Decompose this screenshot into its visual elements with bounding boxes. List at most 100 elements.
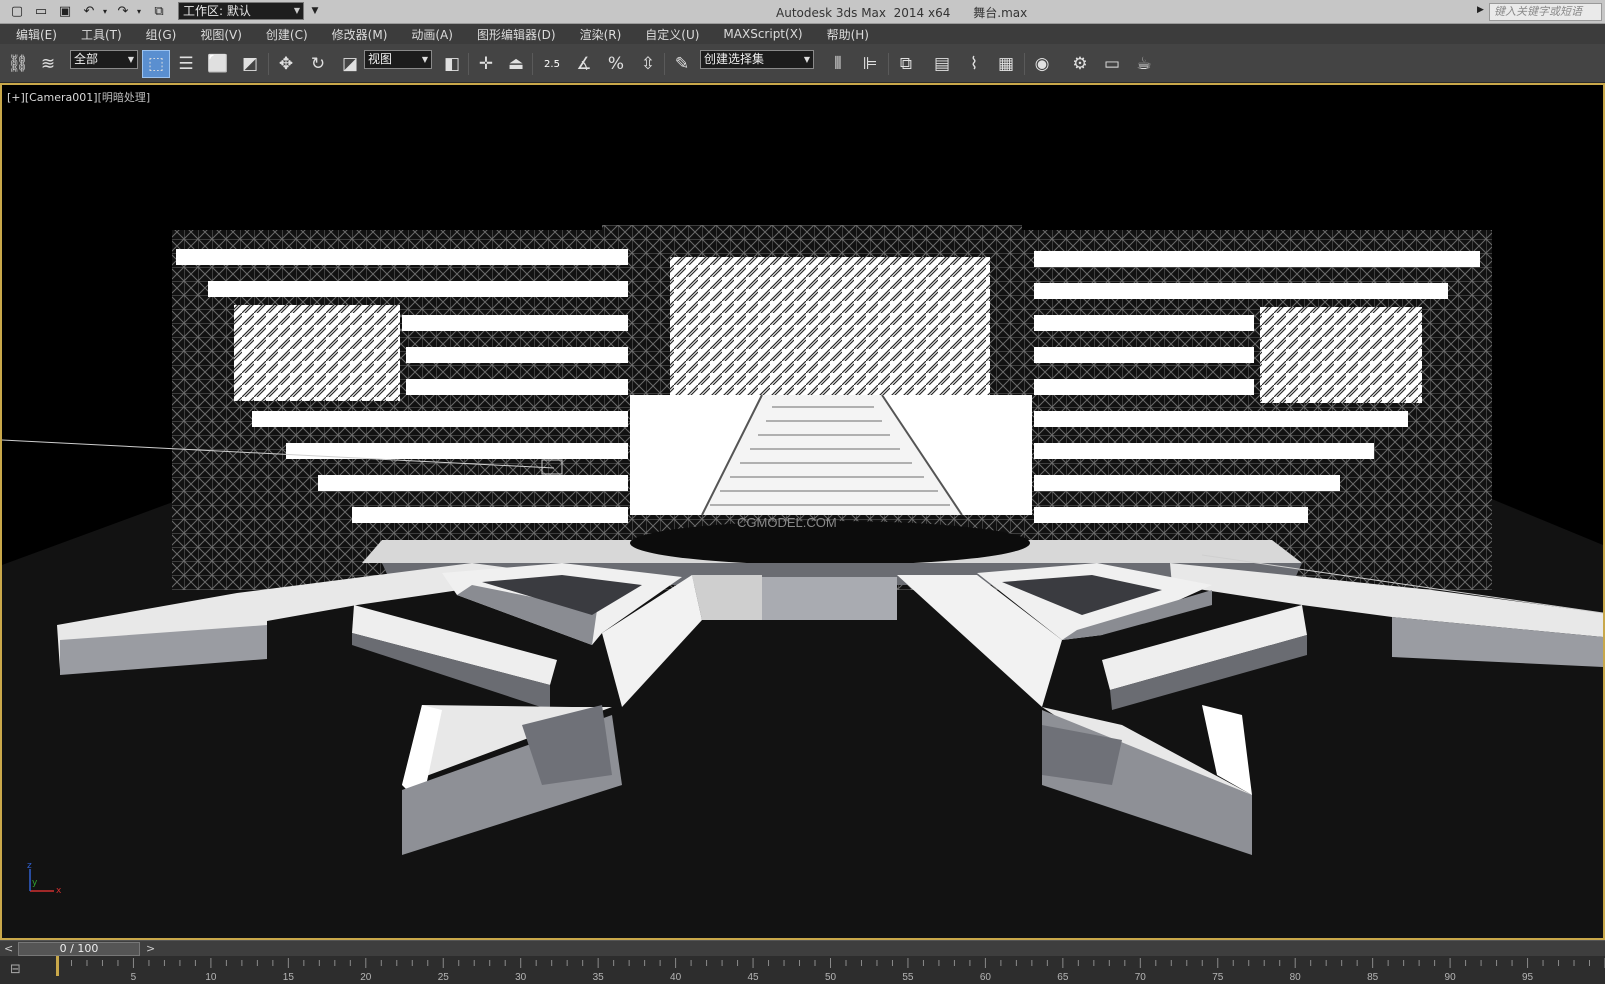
ruler-label: 35: [593, 972, 605, 983]
ruler-label: 45: [747, 972, 759, 983]
selection-filter-value: 全部: [74, 52, 99, 66]
ruler-label: 5: [131, 972, 137, 983]
search-input[interactable]: 键入关键字或短语: [1489, 3, 1602, 21]
toolbar-separator: [664, 53, 665, 75]
selection-filter-dropdown[interactable]: 全部 ▼: [70, 50, 138, 69]
ruler-label: 10: [205, 972, 217, 983]
angle-snap-value: 2.5: [544, 58, 560, 70]
move-icon[interactable]: ✥: [272, 50, 300, 78]
toolbar-separator: [532, 53, 533, 75]
material-editor-icon[interactable]: ◉: [1028, 50, 1056, 78]
undo-dropdown-icon[interactable]: ▾: [96, 2, 114, 20]
mini-curve-editor-icon[interactable]: ⊟: [10, 962, 30, 978]
workspace-dropdown[interactable]: 工作区: 默认 ▼: [178, 2, 304, 20]
ruler-label: 60: [980, 972, 992, 983]
menu-maxscript[interactable]: MAXScript(X): [723, 27, 802, 41]
edit-named-sets-icon[interactable]: ✎: [668, 50, 696, 78]
rendered-frame-icon[interactable]: ▭: [1098, 50, 1126, 78]
redo-dropdown-icon[interactable]: ▾: [130, 2, 148, 20]
ruler-label: 50: [825, 972, 837, 983]
search-expand-icon[interactable]: ▶: [1477, 5, 1484, 15]
menu-bar: 编辑(E) 工具(T) 组(G) 视图(V) 创建(C) 修改器(M) 动画(A…: [0, 24, 1605, 44]
ruler-label: 75: [1212, 972, 1224, 983]
ruler-label: 70: [1135, 972, 1147, 983]
mirror-icon[interactable]: ⫴: [824, 50, 852, 78]
chevron-down-icon: ▼: [293, 6, 300, 15]
menu-create[interactable]: 创建(C): [266, 26, 308, 43]
select-object-icon[interactable]: ⬚: [142, 50, 170, 78]
rotate-icon[interactable]: ↻: [304, 50, 332, 78]
viewport-camera-label[interactable]: [Camera001]: [25, 91, 98, 104]
ruler-label: 30: [515, 972, 527, 983]
menu-views[interactable]: 视图(V): [200, 26, 242, 43]
time-slider[interactable]: 0 / 100: [18, 942, 140, 956]
menu-rendering[interactable]: 渲染(R): [580, 26, 622, 43]
camera-viewport[interactable]: [+][Camera001][明暗处理] CGMODEL.COM x z y: [0, 83, 1605, 940]
reference-coord-dropdown[interactable]: 视图 ▼: [364, 50, 432, 69]
menu-customize[interactable]: 自定义(U): [645, 26, 699, 43]
chevron-down-icon: ▼: [803, 55, 810, 64]
percent-snap-icon[interactable]: %: [602, 50, 630, 78]
chevron-down-icon: ▼: [421, 55, 428, 64]
viewport-label[interactable]: [+][Camera001][明暗处理]: [7, 89, 150, 105]
menu-edit[interactable]: 编辑(E): [16, 26, 57, 43]
project-folder-icon[interactable]: ⧉: [150, 2, 168, 20]
menu-graph-editors[interactable]: 图形编辑器(D): [477, 26, 556, 43]
time-prev-button[interactable]: <: [4, 942, 13, 955]
time-next-button[interactable]: >: [146, 942, 155, 955]
ruler-label: 90: [1445, 972, 1457, 983]
save-icon[interactable]: ▣: [56, 2, 74, 20]
unlink-icon[interactable]: ≋: [34, 50, 62, 78]
render-setup-icon[interactable]: ⚙: [1066, 50, 1094, 78]
pivot-center-icon[interactable]: ◧: [438, 50, 466, 78]
ruler-label: 65: [1057, 972, 1069, 983]
named-selection-dropdown[interactable]: 创建选择集 ▼: [700, 50, 814, 69]
viewport-shading-label[interactable]: [明暗处理]: [98, 91, 151, 104]
ruler-label: 40: [670, 972, 682, 983]
render-icon[interactable]: ☕: [1130, 50, 1158, 78]
watermark-text: CGMODEL.COM: [737, 515, 837, 530]
ruler-label: 80: [1290, 972, 1302, 983]
file-name: 舞台.max: [973, 6, 1028, 20]
named-selection-value: 创建选择集: [704, 52, 765, 66]
workspace-label: 工作区: 默认: [183, 4, 251, 18]
center-led-screen: [670, 257, 990, 395]
frame-ruler[interactable]: 5 10 15 20 25 30 35 40 45 50 55 60 65 70 75 80 85 90 95: [56, 956, 1605, 984]
link-icon[interactable]: ⛓: [4, 50, 32, 78]
menu-tools[interactable]: 工具(T): [81, 26, 122, 43]
current-frame-marker[interactable]: [56, 956, 59, 976]
svg-text:x: x: [56, 886, 62, 896]
menu-help[interactable]: 帮助(H): [827, 26, 869, 43]
menu-animation[interactable]: 动画(A): [411, 26, 453, 43]
window-crossing-icon[interactable]: ◩: [236, 50, 264, 78]
center-runway: [762, 577, 897, 620]
track-bar[interactable]: ⊟ 5 10 15 20 25 30 35 40 45 50 55 60 65 70 75 80 85 90 95: [0, 956, 1605, 984]
menu-modifiers[interactable]: 修改器(M): [332, 26, 388, 43]
curve-editor-icon[interactable]: ⌇: [960, 50, 988, 78]
menu-group[interactable]: 组(G): [146, 26, 177, 43]
rect-region-icon[interactable]: ⬜: [204, 50, 232, 78]
toolbar-separator: [1024, 53, 1025, 75]
ruler-label: 20: [360, 972, 372, 983]
select-by-name-icon[interactable]: ☰: [172, 50, 200, 78]
spinner-snap-icon[interactable]: ⇳: [634, 50, 662, 78]
angle-snap-icon[interactable]: ∡: [570, 50, 598, 78]
svg-text:y: y: [32, 878, 38, 888]
viewport-menu[interactable]: [+]: [7, 91, 25, 104]
new-file-icon[interactable]: ▢: [8, 2, 26, 20]
graphite-ribbon-icon[interactable]: ▤: [928, 50, 956, 78]
chevron-down-icon: ▼: [127, 55, 134, 64]
manipulate-icon[interactable]: ✛: [472, 50, 500, 78]
customize-toolbar-icon[interactable]: ▼: [306, 2, 324, 20]
snap-toggle-icon[interactable]: 2.5: [538, 50, 566, 78]
scale-icon[interactable]: ◪: [336, 50, 364, 78]
ruler-label: 85: [1367, 972, 1379, 983]
keyboard-shortcut-icon[interactable]: ⏏: [502, 50, 530, 78]
layer-manager-icon[interactable]: ⧉: [892, 50, 920, 78]
open-file-icon[interactable]: ▭: [32, 2, 50, 20]
ruler-label: 55: [902, 972, 914, 983]
align-icon[interactable]: ⊫: [856, 50, 884, 78]
schematic-view-icon[interactable]: ▦: [992, 50, 1020, 78]
toolbar-separator: [268, 53, 269, 75]
main-toolbar: ⛓ ≋ 全部 ▼ ⬚ ☰ ⬜ ◩ ✥ ↻ ◪ 视图 ▼ ◧ ✛ ⏏ 2.5 ∡ …: [0, 44, 1605, 83]
